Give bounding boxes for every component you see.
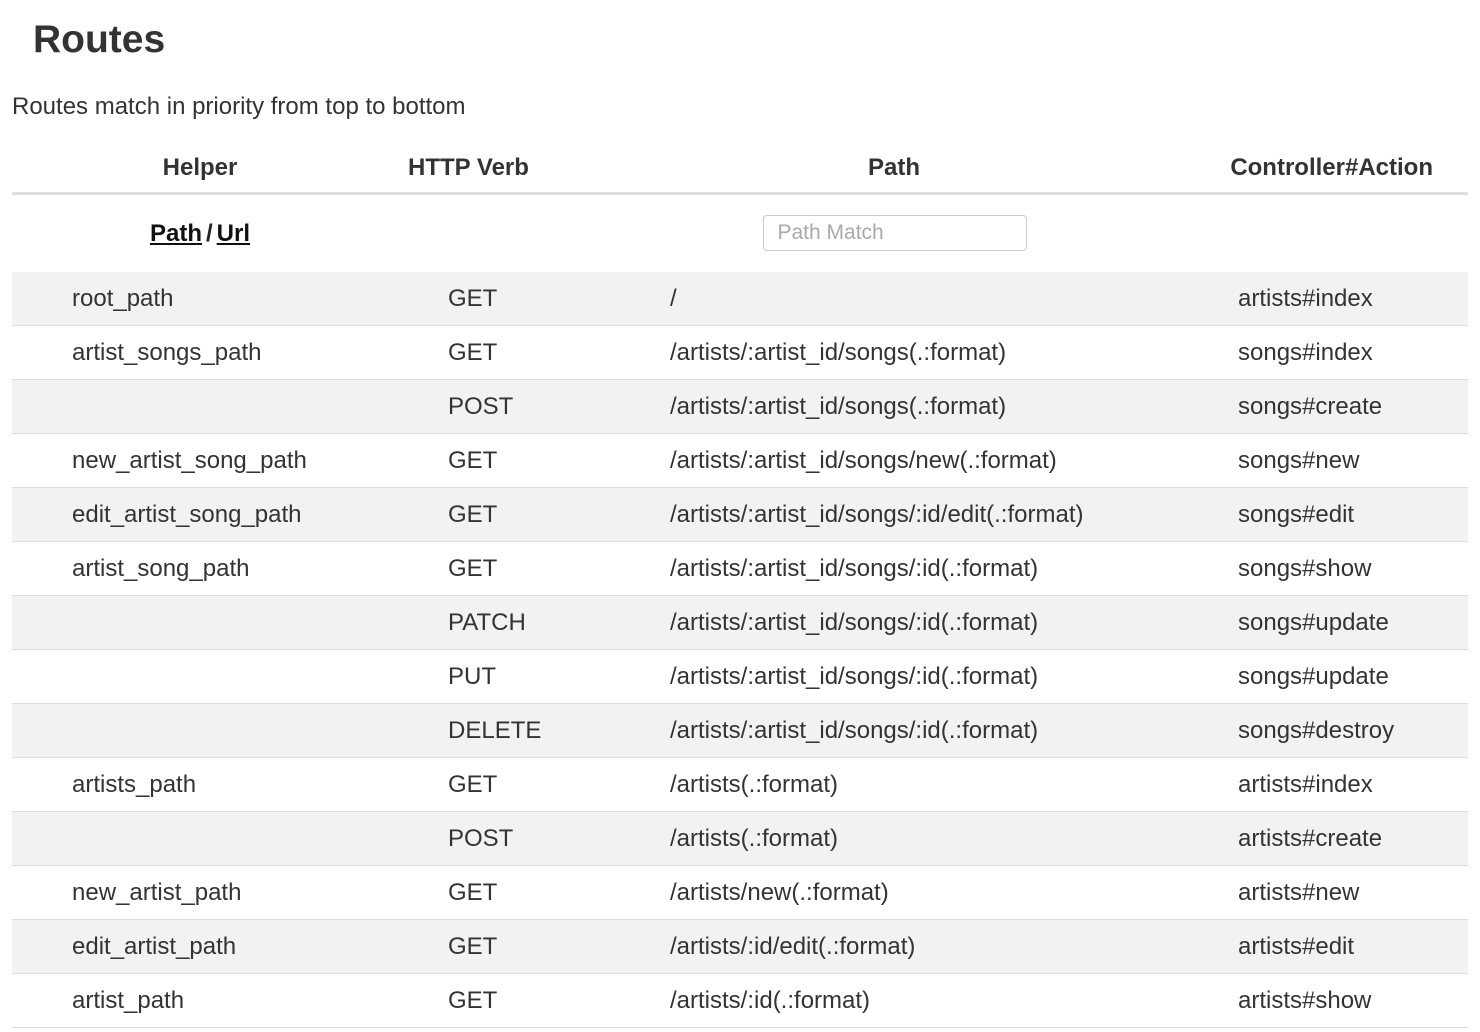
table-row: edit_artist_song_path GET/artists/:artist…: [12, 487, 1468, 542]
route-path: /artists/new(.:format): [610, 865, 1178, 920]
route-helper: artists_path: [12, 757, 388, 812]
route-path: /artists/:artist_id/songs/:id(.:format): [610, 703, 1178, 758]
table-row: artist_song_path GET/artists/:artist_id/s…: [12, 541, 1468, 596]
route-path: /artists/:artist_id/songs(.:format): [610, 379, 1178, 434]
route-helper: artist_song_path: [12, 541, 388, 596]
table-row: PUT/artists/:artist_id/songs/:id(.:forma…: [12, 649, 1468, 704]
route-verb: DELETE: [388, 703, 610, 758]
route-verb: GET: [388, 487, 610, 542]
route-verb: PUT: [388, 649, 610, 704]
route-path: /: [610, 272, 1178, 326]
route-action: artists#index: [1178, 757, 1468, 812]
route-path: /artists/:artist_id/songs/:id(.:format): [610, 595, 1178, 650]
route-path: /artists/:artist_id/songs(.:format): [610, 325, 1178, 380]
table-row: artist_path GET/artists/:id(.:format) arti…: [12, 973, 1468, 1028]
route-path: /artists/:artist_id/songs/:id/edit(.:for…: [610, 487, 1178, 542]
route-path: /artists/:id/edit(.:format): [610, 919, 1178, 974]
route-helper: new_artist_path: [12, 865, 388, 920]
route-path: /artists(.:format): [610, 811, 1178, 866]
table-row: artists_path GET/artists(.:format) artists…: [12, 757, 1468, 812]
route-verb: GET: [388, 325, 610, 380]
route-helper: [12, 811, 388, 866]
page-subtitle: Routes match in priority from top to bot…: [12, 93, 466, 120]
table-row: root_path GET / artists#index: [12, 272, 1468, 326]
route-action: songs#create: [1178, 379, 1468, 434]
path-search-cell: [610, 194, 1178, 273]
route-verb: GET: [388, 757, 610, 812]
table-row: DELETE/artists/:artist_id/songs/:id(.:fo…: [12, 703, 1468, 758]
route-verb: PATCH: [388, 595, 610, 650]
route-verb: GET: [388, 865, 610, 920]
routes-table: Helper HTTP Verb Path Controller#Action …: [12, 144, 1468, 1028]
route-action: artists#edit: [1178, 919, 1468, 974]
route-path: /artists/:artist_id/songs/new(.:format): [610, 433, 1178, 488]
table-row: artist_songs_path GET/artists/:artist_id/…: [12, 325, 1468, 380]
route-path: /artists/:artist_id/songs/:id(.:format): [610, 649, 1178, 704]
route-action: songs#destroy: [1178, 703, 1468, 758]
route-helper: edit_artist_song_path: [12, 487, 388, 542]
route-action: songs#new: [1178, 433, 1468, 488]
route-action: artists#create: [1178, 811, 1468, 866]
route-helper: root_path: [12, 272, 388, 326]
route-action: songs#update: [1178, 649, 1468, 704]
route-verb: GET: [388, 433, 610, 488]
route-action: artists#index: [1178, 272, 1468, 326]
route-verb: POST: [388, 811, 610, 866]
route-verb: GET: [388, 919, 610, 974]
route-verb: GET: [388, 973, 610, 1028]
route-verb: GET: [388, 272, 610, 326]
action-filter-cell: [1178, 194, 1468, 273]
route-helper: new_artist_song_path: [12, 433, 388, 488]
route-helper: [12, 703, 388, 758]
path-toggle-link[interactable]: Path: [150, 220, 202, 247]
route-path: /artists/:artist_id/songs/:id(.:format): [610, 541, 1178, 596]
url-toggle-link[interactable]: Url: [217, 220, 250, 247]
route-verb: POST: [388, 379, 610, 434]
route-action: songs#edit: [1178, 487, 1468, 542]
route-path: /artists/:id(.:format): [610, 973, 1178, 1028]
route-helper: artist_songs_path: [12, 325, 388, 380]
route-helper: artist_path: [12, 973, 388, 1028]
route-helper: [12, 649, 388, 704]
table-row: new_artist_song_path GET/artists/:artist_…: [12, 433, 1468, 488]
filter-row: Path / Url: [12, 194, 1468, 273]
route-action: songs#index: [1178, 325, 1468, 380]
table-header-row: Helper HTTP Verb Path Controller#Action: [12, 144, 1468, 195]
route-action: artists#show: [1178, 973, 1468, 1028]
helper-toggle-cell: Path / Url: [12, 194, 388, 273]
column-header-path: Path: [610, 144, 1178, 195]
table-row: new_artist_path GET/artists/new(.:format)…: [12, 865, 1468, 920]
toggle-separator: /: [206, 219, 213, 247]
column-header-verb: HTTP Verb: [388, 144, 610, 195]
table-row: POST/artists/:artist_id/songs(.:format) s…: [12, 379, 1468, 434]
route-action: songs#update: [1178, 595, 1468, 650]
path-match-input[interactable]: [762, 214, 1027, 251]
route-action: artists#new: [1178, 865, 1468, 920]
table-row: POST/artists(.:format) artists#create: [12, 811, 1468, 866]
column-header-helper: Helper: [12, 144, 388, 195]
route-helper: edit_artist_path: [12, 919, 388, 974]
table-row: edit_artist_path GET/artists/:id/edit(.:f…: [12, 919, 1468, 974]
route-verb: GET: [388, 541, 610, 596]
route-action: songs#show: [1178, 541, 1468, 596]
routes-page: Routes Routes match in priority from top…: [0, 0, 1480, 1032]
page-title: Routes: [33, 18, 166, 61]
table-row: PATCH/artists/:artist_id/songs/:id(.:for…: [12, 595, 1468, 650]
route-helper: [12, 595, 388, 650]
route-path: /artists(.:format): [610, 757, 1178, 812]
helper-toggle: Path / Url: [12, 220, 388, 248]
route-helper: [12, 379, 388, 434]
verb-filter-cell: [388, 194, 610, 273]
column-header-action: Controller#Action: [1178, 144, 1468, 195]
